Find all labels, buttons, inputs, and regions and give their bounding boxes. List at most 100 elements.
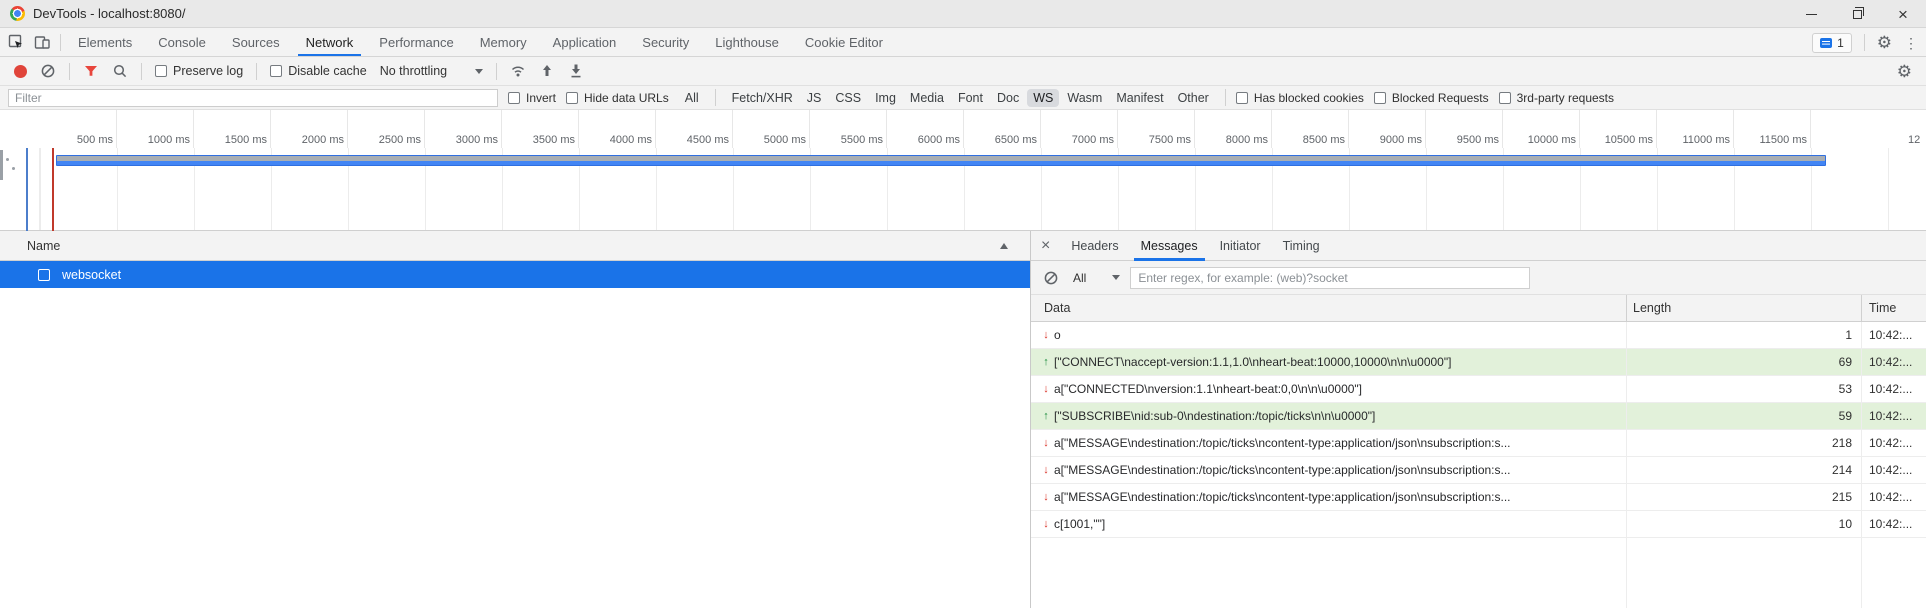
disable-cache-checkbox[interactable] [270, 65, 283, 77]
clear-network-log-icon[interactable] [40, 63, 56, 79]
ws-message-row[interactable]: a["CONNECTED\nversion:1.1\nheart-beat:0,… [1031, 376, 1926, 403]
overflow-menu-icon[interactable]: ⋮ [1904, 36, 1918, 50]
message-type-dropdown[interactable]: All [1073, 271, 1121, 285]
devtools-tab[interactable]: Performance [366, 28, 466, 56]
ws-message-row[interactable]: a["MESSAGE\ndestination:/topic/ticks\nco… [1031, 457, 1926, 484]
detail-tab[interactable]: Messages [1130, 231, 1209, 261]
ws-message-time: 10:42:... [1861, 349, 1926, 375]
devtools-tab-label: Sources [231, 34, 280, 50]
websocket-duration-bar[interactable] [56, 155, 1826, 166]
devtools-tab[interactable]: Lighthouse [702, 28, 792, 56]
invert-control[interactable]: Invert [508, 91, 556, 105]
ws-message-time: 10:42:... [1861, 430, 1926, 456]
third-party-requests-checkbox[interactable] [1498, 91, 1511, 104]
timeline-ruler[interactable]: 500 ms 1000 ms 1500 ms 2000 ms 2500 ms 3… [0, 110, 1926, 148]
device-toolbar-icon[interactable] [34, 34, 50, 50]
timeline-tick-label: 8000 ms [1195, 110, 1272, 148]
timeline-tick-label: 6500 ms [964, 110, 1041, 148]
filter-type-chip[interactable]: Other [1172, 89, 1215, 107]
minimize-button[interactable] [1788, 0, 1834, 28]
ws-message-row[interactable]: a["MESSAGE\ndestination:/topic/ticks\nco… [1031, 484, 1926, 511]
request-row[interactable]: websocket [0, 261, 1030, 288]
network-settings-button[interactable]: ⚙ [1897, 57, 1912, 86]
blocked-requests-control[interactable]: Blocked Requests [1373, 91, 1489, 105]
record-network-log-button[interactable] [14, 64, 27, 78]
filter-type-chip[interactable]: Wasm [1061, 89, 1108, 107]
third-party-requests-control[interactable]: 3rd-party requests [1498, 91, 1614, 105]
detail-tab[interactable]: Headers [1060, 231, 1129, 261]
devtools-tab[interactable]: Memory [467, 28, 540, 56]
filter-type-chip[interactable]: CSS [829, 89, 867, 107]
close-button[interactable]: × [1880, 0, 1926, 28]
inspect-element-icon[interactable] [8, 34, 24, 50]
devtools-tab[interactable]: Cookie Editor [792, 28, 896, 56]
separator [256, 62, 258, 80]
devtools-tabs: Elements Console Sources Network Perform… [65, 28, 896, 56]
data-column-header[interactable]: Data [1031, 295, 1626, 321]
length-column-header[interactable]: Length [1626, 295, 1861, 321]
search-icon[interactable] [112, 63, 128, 79]
timeline-tick-label: 2500 ms [348, 110, 425, 148]
detail-tab-label: Initiator [1219, 238, 1261, 253]
network-overview[interactable] [0, 148, 1926, 231]
chrome-logo-icon [10, 6, 25, 21]
invert-checkbox[interactable] [508, 91, 520, 104]
filter-type-all[interactable]: All [679, 89, 705, 107]
disable-cache-control[interactable]: Disable cache [270, 64, 367, 78]
messages-table-header: Data Length Time [1031, 295, 1926, 322]
ws-message-time: 10:42:... [1861, 484, 1926, 510]
import-har-icon[interactable] [539, 63, 555, 79]
has-blocked-cookies-control[interactable]: Has blocked cookies [1235, 90, 1364, 105]
close-detail-icon[interactable]: × [1031, 237, 1060, 254]
settings-gear-icon[interactable]: ⚙ [1877, 34, 1892, 51]
ws-message-row[interactable]: ["SUBSCRIBE\nid:sub-0\ndestination:/topi… [1031, 403, 1926, 430]
detail-tabbar: × Headers Messages Initiator Timing [1031, 231, 1926, 261]
devtools-tab[interactable]: Elements [65, 28, 145, 56]
devtools-tab[interactable]: Application [540, 28, 630, 56]
preserve-log-checkbox[interactable] [155, 65, 167, 77]
name-column-header[interactable]: Name [0, 231, 1030, 261]
blocked-requests-checkbox[interactable] [1373, 91, 1386, 104]
messages-filterbar: All [1031, 261, 1926, 295]
hide-data-urls-checkbox[interactable] [566, 91, 579, 104]
ws-message-row[interactable]: ["CONNECT\naccept-version:1.1,1.0\nheart… [1031, 349, 1926, 376]
network-conditions-icon[interactable] [510, 63, 526, 79]
ws-message-row[interactable]: o 1 10:42:... [1031, 322, 1926, 349]
timeline-tick-label: 1000 ms [117, 110, 194, 148]
throttling-dropdown[interactable]: No throttling [380, 64, 484, 78]
message-regex-input[interactable] [1130, 266, 1531, 289]
filter-type-chip[interactable]: Fetch/XHR [726, 89, 799, 107]
overview-left-grip [0, 150, 3, 180]
filter-type-chip[interactable]: JS [801, 89, 828, 107]
detail-tab[interactable]: Timing [1272, 231, 1331, 261]
has-blocked-cookies-label: Has blocked cookies [1253, 90, 1364, 105]
hide-data-urls-control[interactable]: Hide data URLs [566, 91, 669, 105]
ws-message-row[interactable]: a["MESSAGE\ndestination:/topic/ticks\nco… [1031, 430, 1926, 457]
issues-button[interactable]: 1 [1812, 32, 1852, 53]
devtools-tab[interactable]: Sources [219, 28, 293, 56]
preserve-log-control[interactable]: Preserve log [155, 64, 243, 78]
devtools-tab[interactable]: Console [145, 28, 219, 56]
filter-funnel-icon[interactable] [83, 63, 99, 79]
detail-tab[interactable]: Initiator [1209, 231, 1272, 261]
separator [141, 62, 142, 80]
timeline-tick-label: 500 ms [40, 110, 117, 148]
filter-type-chip[interactable]: Media [904, 89, 950, 107]
devtools-tab[interactable]: Network [293, 28, 367, 56]
filter-type-chip[interactable]: Img [869, 89, 902, 107]
filter-type-chip[interactable]: Doc [991, 89, 1025, 107]
time-column-header[interactable]: Time [1861, 295, 1926, 321]
window-title: DevTools - localhost:8080/ [33, 6, 186, 21]
devtools-tab[interactable]: Security [629, 28, 702, 56]
filter-type-chip[interactable]: Manifest [1110, 89, 1169, 107]
ws-message-row[interactable]: c[1001,""] 10 10:42:... [1031, 511, 1926, 538]
restore-button[interactable] [1834, 0, 1880, 28]
clear-messages-icon[interactable] [1043, 270, 1059, 286]
timeline-tick-label: 11500 ms [1734, 110, 1811, 148]
filter-input[interactable] [8, 88, 498, 107]
filter-type-chip[interactable]: Font [952, 89, 989, 107]
request-row-checkbox[interactable] [38, 268, 50, 281]
filter-type-chip[interactable]: WS [1027, 88, 1060, 107]
export-har-icon[interactable] [568, 63, 584, 79]
has-blocked-cookies-checkbox[interactable] [1235, 91, 1248, 104]
